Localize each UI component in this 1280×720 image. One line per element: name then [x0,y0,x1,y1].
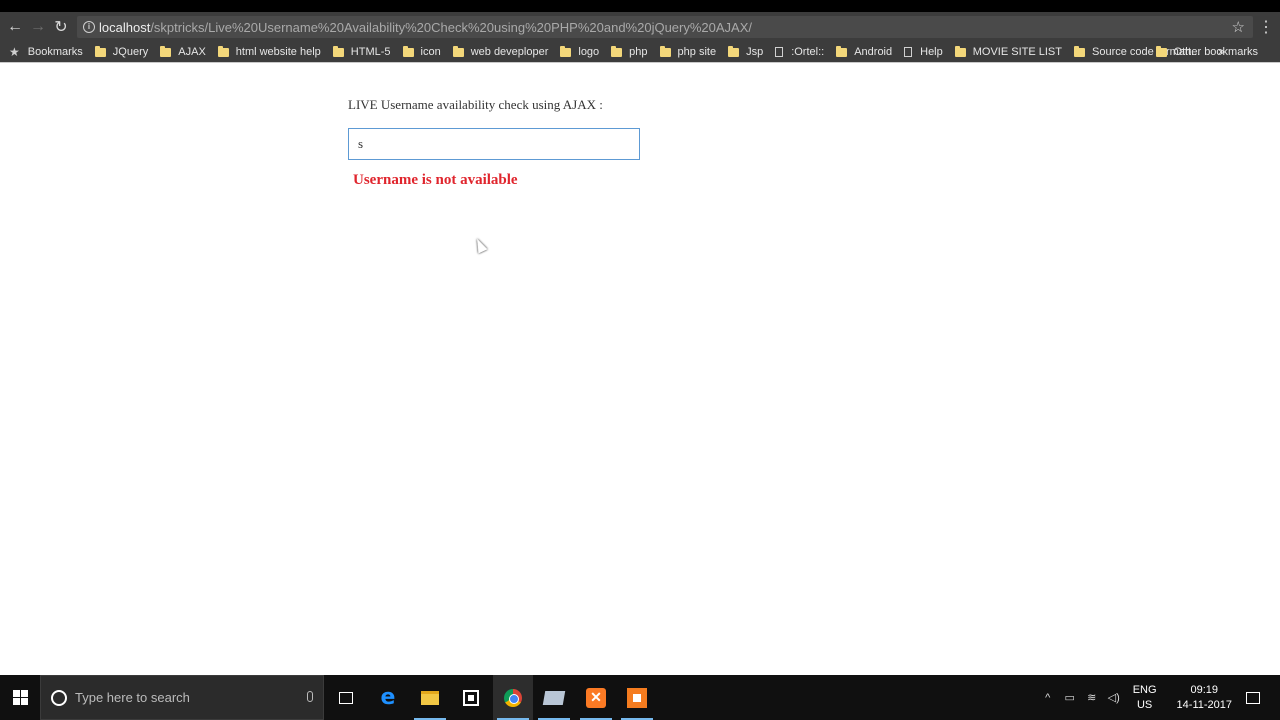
taskbar-store[interactable] [451,675,491,720]
chevron-up-icon[interactable]: ^ [1038,692,1058,704]
taskbar-mail[interactable] [534,675,574,720]
microphone-icon[interactable] [307,691,313,702]
bookmark-star-icon[interactable]: ☆ [1232,18,1245,36]
bookmark-php[interactable]: php [611,45,648,58]
clock[interactable]: 09:19 14-11-2017 [1177,683,1232,713]
url-path: /skptricks/Live%20Username%20Availabilit… [150,19,753,35]
file-explorer-icon [421,690,439,705]
kebab-menu-icon[interactable]: ⋮ [1254,15,1278,39]
bookmark-logo[interactable]: logo [560,45,599,58]
battery-icon[interactable]: ▭ [1060,691,1080,704]
page-icon [775,47,784,57]
folder-icon [659,45,671,57]
forward-arrow-icon[interactable]: → [26,15,50,39]
taskbar-xampp[interactable]: ✕ [576,675,616,720]
bookmark-jquery[interactable]: JQuery [94,45,148,58]
url-host: localhost [99,19,151,35]
page-heading: LIVE Username availability check using A… [348,97,603,112]
folder-icon [1074,45,1085,57]
folder-icon [954,45,966,57]
chrome-icon [504,688,522,707]
system-tray: ^ ▭ ≋ ◁) ENG US 09:19 14-11-2017 [1037,675,1280,720]
task-view-icon [339,691,353,704]
reload-icon[interactable]: ↻ [49,15,73,39]
bookmarks-star-icon: ★ [9,45,20,59]
back-arrow-icon[interactable]: ← [3,15,27,39]
bookmark-bookmarks[interactable]: Bookmarks [28,46,83,58]
window-top-strip [0,0,1280,12]
folder-icon [452,45,464,57]
task-view-button[interactable] [326,675,366,720]
folder-icon [836,45,848,57]
mouse-pointer-icon [472,236,488,254]
presentation-app-icon [627,687,647,708]
folder-icon [611,45,623,57]
bookmark-ortel[interactable]: :Ortel:: [775,46,824,58]
clock-date: 14-11-2017 [1176,698,1232,711]
action-center-icon[interactable] [1246,691,1260,704]
bookmark-html-website-help[interactable]: html website help [217,45,321,58]
folder-icon [217,45,229,57]
mail-icon [542,690,566,705]
bookmark-ajax[interactable]: AJAX [160,45,206,58]
taskbar-file-explorer[interactable] [410,675,450,720]
browser-toolbar: ← → ↻ i localhost/skptricks/Live%20Usern… [0,12,1280,42]
clock-time: 09:19 [1190,683,1219,696]
taskbar-edge[interactable]: e [368,675,408,720]
folder-icon [94,45,106,57]
windows-taskbar: Type here to search e ✕ ^ ▭ ≋ ◁) ENG US … [0,675,1280,720]
bookmark-jsp[interactable]: Jsp [728,45,763,58]
cortana-icon [51,689,67,706]
folder-icon [332,45,344,57]
windows-logo-icon [12,690,28,705]
page-content: LIVE Username availability check using A… [0,63,1280,675]
language-indicator[interactable]: ENG US [1133,683,1157,713]
bookmark-html5[interactable]: HTML-5 [332,45,391,58]
folder-icon [1155,45,1167,57]
taskbar-chrome[interactable] [493,675,533,720]
folder-icon [728,45,740,57]
edge-icon: e [380,685,396,710]
start-button[interactable] [0,675,40,720]
username-input[interactable] [348,128,640,160]
volume-icon[interactable]: ◁) [1104,691,1124,704]
bookmark-android[interactable]: Android [836,45,892,58]
bookmark-help[interactable]: Help [904,46,943,58]
folder-icon [560,45,572,57]
availability-status-message: Username is not available [353,172,518,188]
page-icon [904,47,913,57]
bookmark-other-bookmarks[interactable]: Other bookmarks [1155,45,1258,58]
bookmark-movie-site-list[interactable]: MOVIE SITE LIST [954,45,1062,58]
address-bar[interactable]: i localhost/skptricks/Live%20Username%20… [77,16,1253,38]
search-placeholder: Type here to search [75,690,190,705]
taskbar-app-orange[interactable] [617,675,657,720]
bookmark-php-site[interactable]: php site [659,45,716,58]
folder-icon [402,45,414,57]
bookmark-icon[interactable]: icon [402,45,441,58]
wifi-icon[interactable]: ≋ [1082,691,1102,704]
xampp-icon: ✕ [586,687,606,708]
bookmarks-bar: ★ Bookmarks JQuery AJAX html website hel… [0,42,1280,62]
store-icon [463,689,479,706]
taskbar-search-box[interactable]: Type here to search [40,675,324,720]
folder-icon [160,45,172,57]
bookmark-web-deveploper[interactable]: web deveploper [452,45,548,58]
info-icon[interactable]: i [83,21,95,33]
